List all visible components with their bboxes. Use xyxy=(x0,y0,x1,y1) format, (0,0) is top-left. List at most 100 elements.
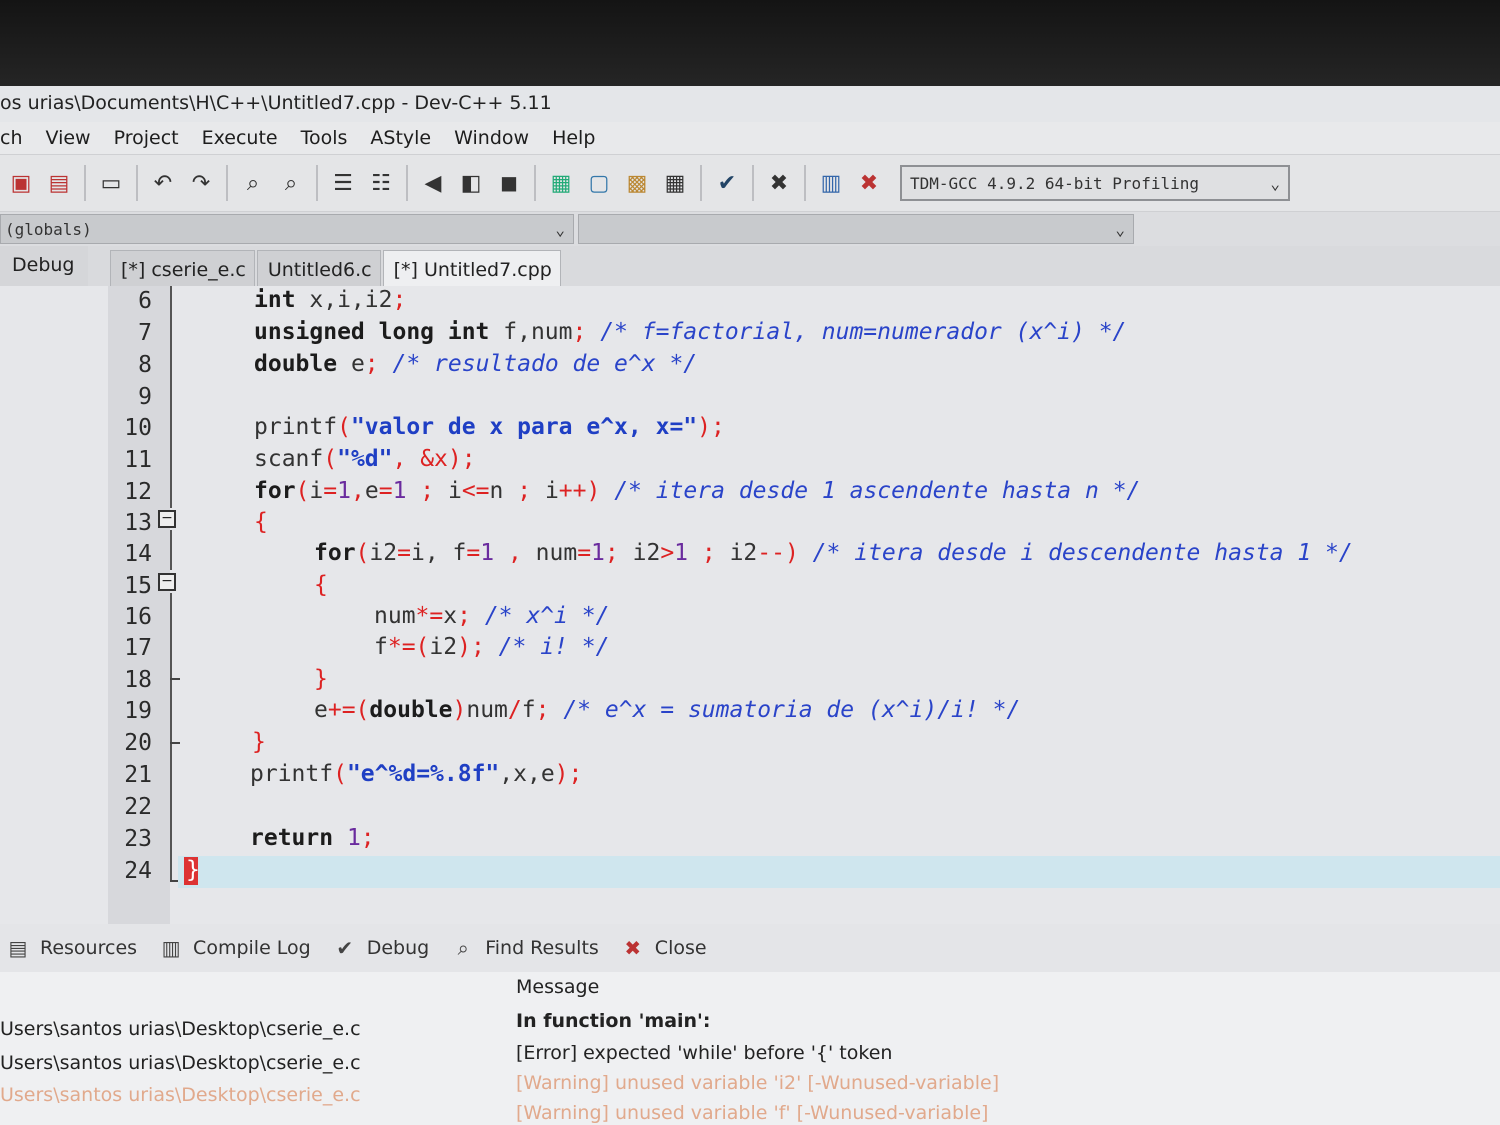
code-text: scanf("%d", &x); xyxy=(254,446,476,472)
menu-search[interactable]: ch xyxy=(0,127,23,149)
code-text: f*=(i2); /* i! */ xyxy=(374,634,609,660)
layout-icon[interactable]: ▦ xyxy=(660,168,690,198)
keyword: unsigned long int xyxy=(254,319,490,345)
code-line: 14 for(i2=i, f=1 , num=1; i2>1 ; i2--) /… xyxy=(0,539,1500,571)
check-icon[interactable]: ✔ xyxy=(712,168,742,198)
function-combo[interactable]: ⌄ xyxy=(578,214,1134,244)
line-number: 14 xyxy=(124,541,152,567)
symbol: ; xyxy=(572,319,587,345)
tab-debug[interactable]: ✔ Debug xyxy=(331,935,429,961)
tab-close[interactable]: ✖ Close xyxy=(619,935,706,961)
indent-icon[interactable]: ☰ xyxy=(328,168,358,198)
new-class-icon[interactable]: ▦ xyxy=(546,168,576,198)
menu-help[interactable]: Help xyxy=(552,127,595,149)
menu-view[interactable]: View xyxy=(46,127,91,149)
symbol: +=( xyxy=(327,697,370,723)
compiler-select[interactable]: TDM-GCC 4.9.2 64-bit Profiling ⌄ xyxy=(900,165,1290,201)
symbol: ) xyxy=(452,697,467,723)
message-file[interactable]: Users\santos urias\Desktop\cserie_e.c xyxy=(0,1052,361,1074)
replace-icon[interactable]: ⌕ xyxy=(276,168,306,198)
scope-combo[interactable]: (globals) ⌄ xyxy=(0,214,574,244)
message-file[interactable]: Users\santos urias\Desktop\cserie_e.c xyxy=(0,1084,361,1106)
code-line: 19 e+=(double)num/f; /* e^x = sumatoria … xyxy=(0,696,1500,728)
code-text: printf("e^%d=%.8f",x,e); xyxy=(250,761,582,787)
bookmark-icon[interactable]: ◼ xyxy=(494,168,524,198)
chart-icon[interactable]: ▥ xyxy=(816,168,846,198)
line-number: 15 xyxy=(124,573,152,599)
line-number: 20 xyxy=(124,730,152,756)
message-row[interactable]: [Warning] unused variable 'f' [-Wunused-… xyxy=(516,1102,988,1124)
stop-icon[interactable]: ✖ xyxy=(764,168,794,198)
compiler-messages: Message In function 'main': Users\santos… xyxy=(0,972,1500,1125)
code-text: int x,i,i2; xyxy=(254,287,406,313)
identifier: f xyxy=(374,634,388,660)
tab-compile-log[interactable]: ▥ Compile Log xyxy=(157,935,311,961)
menu-window[interactable]: Window xyxy=(454,127,529,149)
identifier: i xyxy=(447,478,462,504)
message-row[interactable]: [Error] expected 'while' before '{' toke… xyxy=(516,1042,892,1064)
close-file-icon[interactable]: ▤ xyxy=(44,168,74,198)
code-editor[interactable]: − − 6 int x,i,i2; 7 unsigned long int f,… xyxy=(0,286,1500,961)
symbol: ; xyxy=(392,287,407,313)
line-number: 17 xyxy=(124,635,152,661)
code-text: } xyxy=(314,666,328,692)
redo-icon[interactable]: ↷ xyxy=(186,168,216,198)
identifier: num xyxy=(535,540,578,566)
tab-cserie-e[interactable]: [*] cserie_e.c xyxy=(110,250,255,286)
delete-profile-icon[interactable]: ✖ xyxy=(854,168,884,198)
tab-untitled7[interactable]: [*] Untitled7.cpp xyxy=(382,250,561,286)
message-row[interactable]: In function 'main': xyxy=(516,1010,710,1032)
code-text: num*=x; /* x^i */ xyxy=(374,603,609,629)
code-line: 10 printf("valor de x para e^x, x="); xyxy=(0,413,1500,445)
tab-find-results[interactable]: ⌕ Find Results xyxy=(449,935,599,961)
identifier: e xyxy=(337,351,365,377)
menu-project[interactable]: Project xyxy=(114,127,179,149)
code-text: { xyxy=(314,572,328,598)
number: 1 xyxy=(591,540,605,566)
grid-icon[interactable]: ▩ xyxy=(622,168,652,198)
forward-icon[interactable]: ◧ xyxy=(456,168,486,198)
tab-resources[interactable]: ▤ Resources xyxy=(4,935,138,961)
identifier: n xyxy=(489,478,504,504)
menu-tools[interactable]: Tools xyxy=(301,127,348,149)
message-file[interactable]: Users\santos urias\Desktop\cserie_e.c xyxy=(0,1018,361,1040)
keyword: double xyxy=(254,351,338,377)
symbol: > xyxy=(660,540,675,566)
line-number: 23 xyxy=(124,826,152,852)
resources-icon: ▤ xyxy=(8,936,28,960)
code-line: 22 xyxy=(0,792,1500,824)
identifier: x xyxy=(443,603,458,629)
line-number: 18 xyxy=(124,667,152,693)
symbol: <= xyxy=(461,478,490,504)
identifier: e xyxy=(314,697,328,723)
symbol: ); xyxy=(554,761,583,787)
toolbar-separator xyxy=(226,165,228,201)
compiler-value: TDM-GCC 4.9.2 64-bit Profiling xyxy=(910,173,1199,193)
unindent-icon[interactable]: ☷ xyxy=(366,168,396,198)
print-icon[interactable]: ▭ xyxy=(96,168,126,198)
tab-untitled6[interactable]: Untitled6.c xyxy=(256,250,381,286)
symbol: ( xyxy=(333,761,347,787)
menu-bar: ch View Project Execute Tools AStyle Win… xyxy=(0,122,1500,154)
menu-execute[interactable]: Execute xyxy=(202,127,278,149)
code-text: { xyxy=(254,509,268,535)
save-all-icon[interactable]: ▣ xyxy=(6,168,36,198)
symbol: = xyxy=(397,540,411,566)
find-icon[interactable]: ⌕ xyxy=(238,168,268,198)
identifier: printf xyxy=(250,761,334,787)
back-icon[interactable]: ◀ xyxy=(418,168,448,198)
menu-astyle[interactable]: AStyle xyxy=(370,127,431,149)
toolbar-separator xyxy=(136,165,138,201)
comment: /* i! */ xyxy=(484,634,610,660)
undo-icon[interactable]: ↶ xyxy=(148,168,178,198)
symbol: ; xyxy=(604,540,633,566)
code-line: 20 } xyxy=(0,728,1500,760)
tab-debug-panel[interactable]: Debug xyxy=(0,246,88,286)
message-column-header: Message xyxy=(516,976,600,998)
message-row[interactable]: [Warning] unused variable 'i2' [-Wunused… xyxy=(516,1072,999,1094)
keyword: return xyxy=(250,825,334,851)
close-icon: ✖ xyxy=(624,936,642,960)
project-icon[interactable]: ▢ xyxy=(584,168,614,198)
comment: /* e^x = sumatoria de (x^i)/i! */ xyxy=(549,697,1021,723)
code-line: 9 xyxy=(0,382,1500,414)
